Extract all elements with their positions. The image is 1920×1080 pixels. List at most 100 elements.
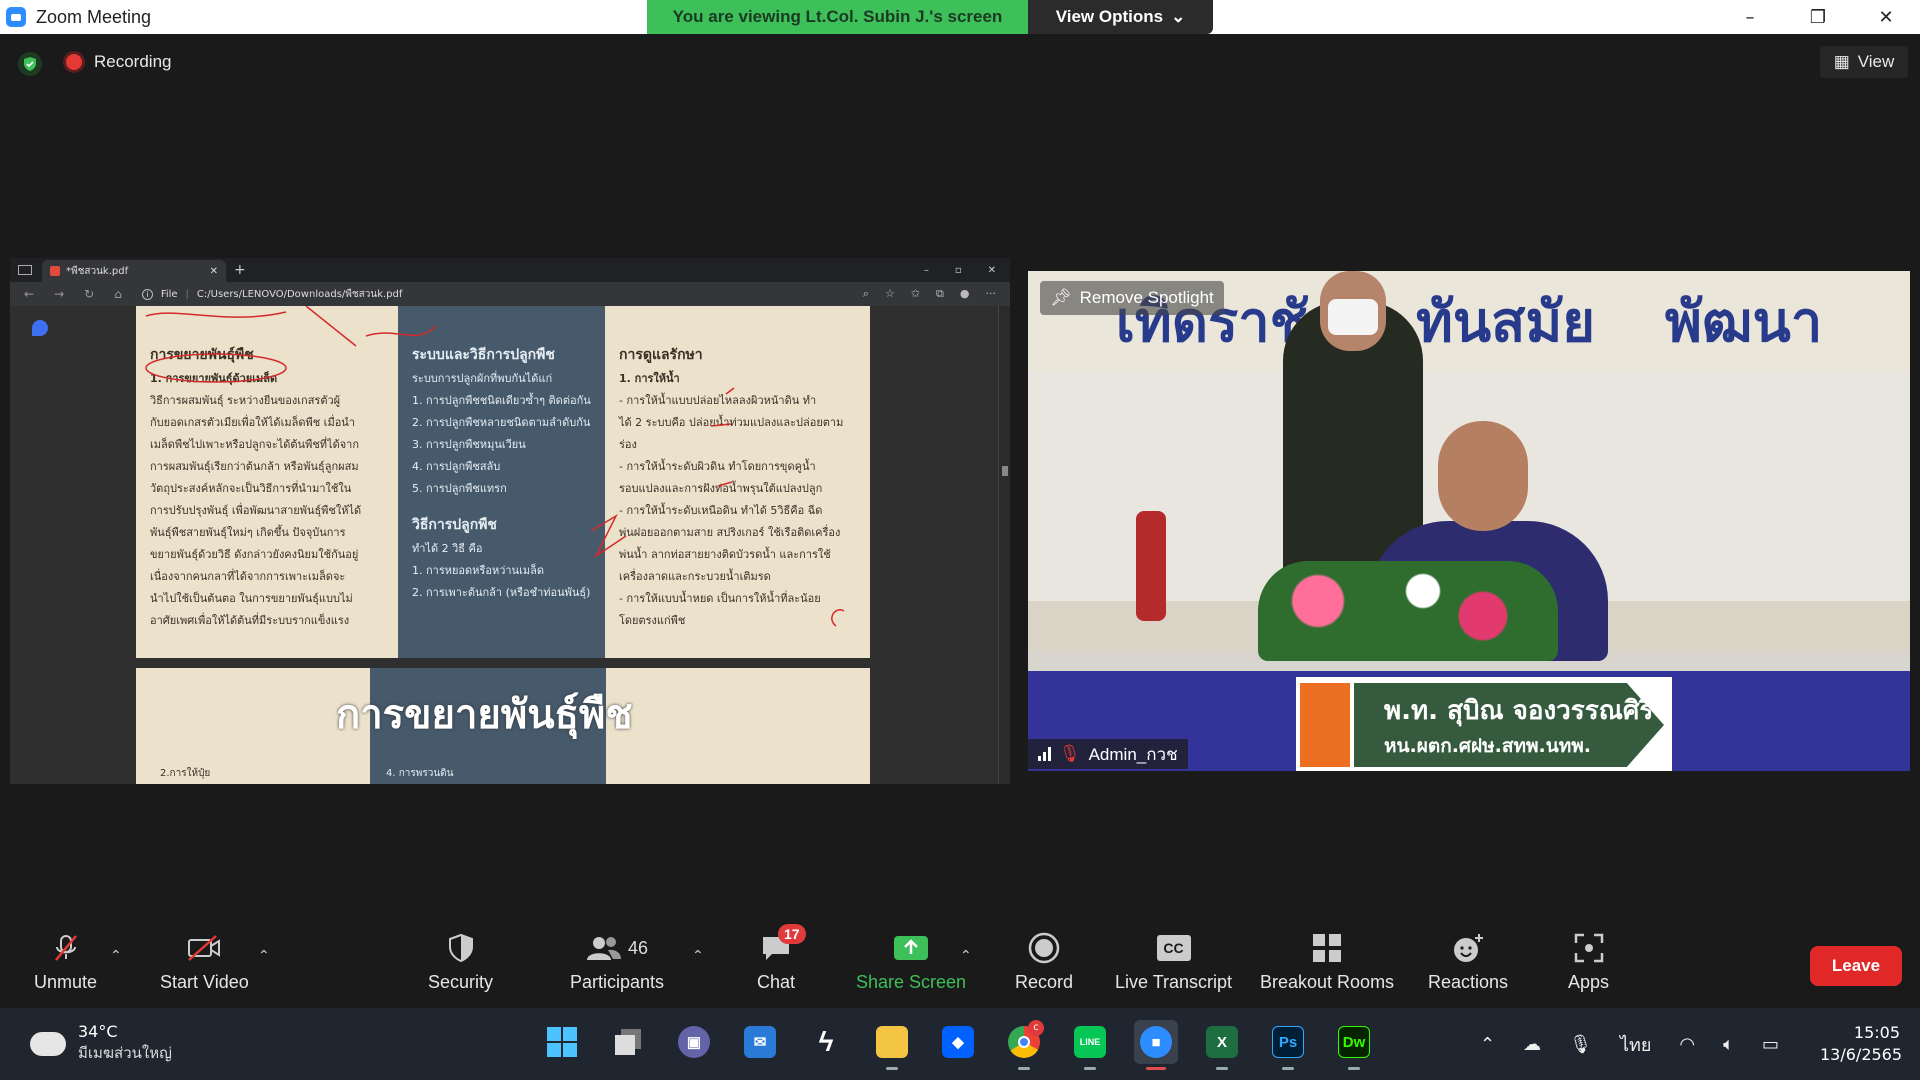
windows-logo-icon — [547, 1027, 577, 1057]
clock-time: 15:05 — [1853, 1023, 1900, 1042]
col1-line: อาศัยเพศเพื่อให้ได้ต้นที่มีระบบรากแข็งแร… — [150, 614, 350, 627]
live-transcript-button[interactable]: CC Live Transcript — [1115, 932, 1232, 993]
share-screen-button[interactable]: Share Screen — [856, 932, 966, 993]
excel-icon: X — [1206, 1026, 1238, 1058]
video-off-icon — [184, 932, 224, 964]
file-explorer-button[interactable] — [870, 1020, 914, 1070]
close-button[interactable]: ✕ — [1852, 0, 1920, 34]
browser-window-controls: – ▫ ✕ — [923, 264, 996, 276]
minimize-button[interactable]: – — [1716, 0, 1784, 34]
dreamweaver-button[interactable]: Dw — [1332, 1020, 1376, 1070]
browser-tools: ⌕ ☆ ✩ ⧉ ● ··· — [863, 287, 996, 301]
tab-close-icon: ✕ — [209, 265, 218, 277]
breakout-rooms-button[interactable]: Breakout Rooms — [1260, 932, 1394, 993]
participant-name: Admin_กวช — [1088, 744, 1178, 764]
col1-line: วัตถุประสงค์หลักจะเป็นวิธีการที่นำมาใช้ใ… — [150, 482, 352, 495]
participants-caret-icon[interactable]: ⌃ — [692, 948, 704, 964]
col3-line: ร่อง — [619, 438, 637, 451]
photoshop-icon: Ps — [1272, 1026, 1304, 1058]
video-options-caret-icon[interactable]: ⌃ — [258, 948, 270, 964]
microphone-icon[interactable]: 🎙︎ — [1569, 1034, 1592, 1055]
remove-spotlight-button[interactable]: 📌︎ Remove Spotlight — [1040, 281, 1224, 315]
audio-options-caret-icon[interactable]: ⌃ — [110, 948, 122, 964]
chevron-up-icon[interactable]: ⌃ — [1480, 1034, 1495, 1055]
record-button[interactable]: Record — [1015, 932, 1073, 993]
excel-button[interactable]: X — [1200, 1020, 1244, 1070]
col2-item: 2. การปลูกพืชหลายชนิดตามลำดับกัน — [412, 416, 591, 429]
lightning-icon: ϟ — [818, 1026, 834, 1057]
chat-button[interactable]: 17 Chat — [756, 924, 806, 993]
encryption-shield-icon[interactable] — [18, 52, 42, 76]
zoom-icon: ■ — [1140, 1026, 1172, 1058]
clock[interactable]: 15:05 13/6/2565 — [1820, 1022, 1902, 1066]
onedrive-cloud-icon[interactable]: ☁ — [1523, 1034, 1541, 1055]
line-button[interactable]: LINE — [1068, 1020, 1112, 1070]
view-options-button[interactable]: View Options ⌄ — [1028, 0, 1213, 34]
weather-widget[interactable]: 34°C มีเมฆส่วนใหญ่ — [30, 1022, 172, 1065]
dropbox-button[interactable]: ◆ — [936, 1020, 980, 1064]
battery-icon[interactable]: ▭ — [1762, 1034, 1779, 1055]
col1-line: กับยอดเกสรตัวเมียเพื่อให้ได้เมล็ดพืช เมื… — [150, 416, 355, 429]
browser-address-bar: ← → ↻ ⌂ i File | C:/Users/LENOVO/Downloa… — [10, 282, 1010, 306]
volume-icon[interactable]: 🔈︎ — [1723, 1034, 1734, 1055]
spotlight-video[interactable]: เทิดราชัน ทันสมัย พัฒนา พ.ท. สุบิณ จองวร… — [1028, 271, 1910, 771]
line-icon: LINE — [1074, 1026, 1106, 1058]
slide-column-3: การดูแลรักษา 1. การให้น้ำ - การให้น้ำแบบ… — [605, 306, 870, 658]
water-bottle — [1136, 511, 1166, 621]
col3-subheading: 1. การให้น้ำ — [619, 372, 680, 385]
power-automate-button[interactable]: ϟ — [804, 1020, 848, 1064]
leave-button[interactable]: Leave — [1810, 946, 1902, 986]
col3-heading: การดูแลรักษา — [619, 347, 703, 363]
chat-unread-badge: 17 — [778, 924, 806, 944]
more-icon: ··· — [985, 287, 997, 300]
start-video-button[interactable]: Start Video — [160, 932, 249, 993]
teams-chat-button[interactable]: ▣ — [672, 1020, 716, 1064]
col3-line: - การให้แบบน้ำหยด เป็นการให้น้ำที่ละน้อย — [619, 592, 821, 605]
slide2-peek-left: 2.การให้ปุ๋ย — [160, 768, 211, 779]
record-label: Record — [1015, 972, 1074, 992]
col3-line: รอบแปลงและการฝังท่อน้ำพรุนใต้แปลงปลูก — [619, 482, 823, 495]
seated-person-head — [1438, 421, 1528, 531]
collections-icon: ⧉ — [936, 287, 944, 300]
recording-indicator[interactable]: Recording — [66, 52, 172, 72]
security-button[interactable]: Security — [428, 932, 493, 993]
apps-button[interactable]: Apps — [1568, 932, 1609, 993]
share-options-caret-icon[interactable]: ⌃ — [960, 948, 972, 964]
start-button[interactable] — [540, 1020, 584, 1064]
meeting-toolbar: Unmute ⌃ Start Video ⌃ Security 46 Parti… — [0, 918, 1920, 1008]
window-controls: – ❐ ✕ — [1716, 0, 1920, 34]
wifi-icon[interactable]: ◠ — [1679, 1034, 1695, 1055]
record-icon — [1024, 932, 1064, 964]
col1-line: ขยายพันธุ์ด้วยวิธี ดังกล่าวยังคงนิยมใช้ก… — [150, 548, 359, 561]
chrome-button[interactable]: c — [1002, 1020, 1046, 1070]
banner-word: พัฒนา — [1665, 288, 1823, 355]
temperature: 34°C — [78, 1022, 118, 1041]
participants-button[interactable]: 46 Participants — [570, 932, 664, 993]
chat-icon: 17 — [756, 924, 806, 964]
zoom-taskbar-button[interactable]: ■ — [1134, 1020, 1178, 1070]
mail-button[interactable]: ✉ — [738, 1020, 782, 1064]
pdf-viewer: การขยายพันธุ์พืช 1. การขยายพันธุ์ด้วยเมล… — [10, 306, 1010, 784]
nameplate-title: หน.ผตก.ศฝษ.สทพ.นทพ. — [1384, 734, 1591, 757]
view-button[interactable]: ▦ View — [1820, 46, 1908, 78]
breakout-rooms-icon — [1307, 932, 1347, 964]
reactions-smiley-icon — [1448, 932, 1488, 964]
participant-name-tag: 🎙︎ Admin_กวช — [1028, 739, 1188, 769]
input-language[interactable]: ไทย — [1620, 1030, 1651, 1059]
unmute-button[interactable]: Unmute — [34, 932, 97, 993]
nameplate: พ.ท. สุบิณ จองวรรณศิริ หน.ผตก.ศฝษ.สทพ.นท… — [1296, 677, 1672, 771]
slide2-title: การขยายพันธุ์พืช — [336, 692, 633, 738]
col3-line: - การให้น้ำระดับผิวดิน ทำโดยการขุดคูน้ำ — [619, 460, 816, 473]
chat-label: Chat — [756, 972, 796, 992]
system-tray: ⌃ ☁ 🎙︎ ไทย ◠ 🔈︎ ▭ — [1480, 1030, 1779, 1059]
apps-icon — [1569, 932, 1609, 964]
recording-label: Recording — [94, 52, 172, 71]
window-title: Zoom Meeting — [36, 6, 152, 27]
pdf-page-2: การขยายพันธุ์พืช 2.การให้ปุ๋ย 4. การพรวน… — [136, 668, 870, 784]
photoshop-button[interactable]: Ps — [1266, 1020, 1310, 1070]
reactions-button[interactable]: Reactions — [1428, 932, 1508, 993]
restore-button[interactable]: ❐ — [1784, 0, 1852, 34]
task-view-button[interactable] — [606, 1020, 650, 1064]
col3-line: ได้ 2 ระบบคือ ปล่อยน้ำท่วมแปลงและปล่อยตา… — [619, 416, 844, 429]
col2-item: 1. การปลูกพืชชนิดเดียวซ้ำๆ ติดต่อกัน — [412, 394, 591, 407]
